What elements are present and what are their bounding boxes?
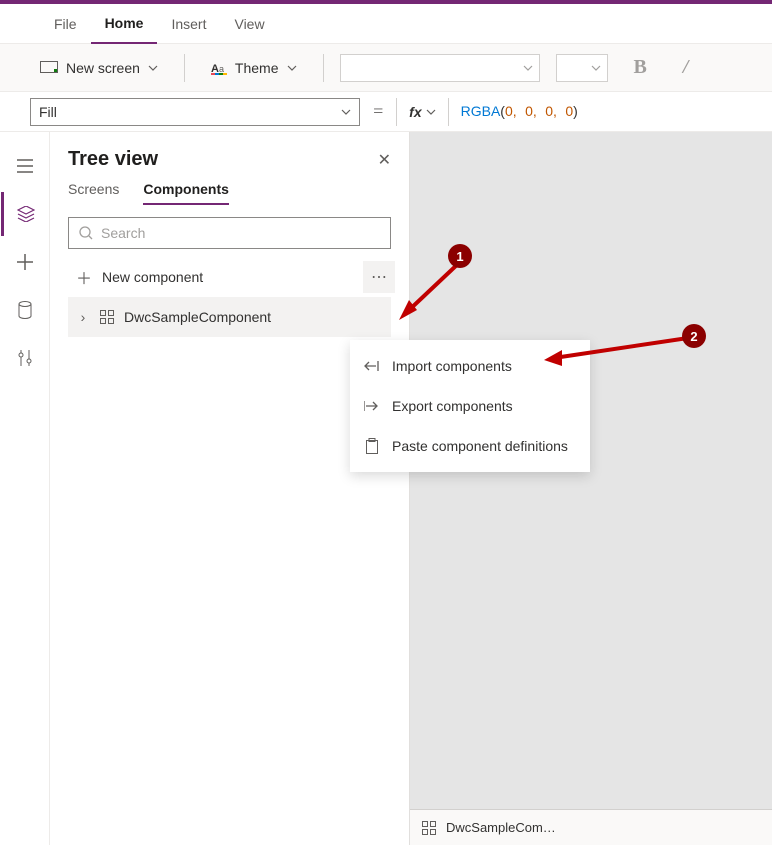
plus-icon <box>17 254 33 270</box>
formula-divider <box>448 98 449 126</box>
formula-arg: 0 <box>525 103 533 119</box>
component-icon <box>422 821 436 835</box>
formula-bar: Fill = fx RGBA(0, 0, 0, 0) <box>0 92 772 132</box>
component-icon <box>100 310 114 324</box>
formula-arg: 0 <box>545 103 553 119</box>
chevron-down-icon <box>591 63 601 73</box>
ctx-paste-definitions[interactable]: Paste component definitions <box>350 426 590 466</box>
badge-number: 1 <box>448 244 472 268</box>
formula-paren-close: ) <box>573 103 578 119</box>
menu-file[interactable]: File <box>40 4 91 44</box>
rail-tree-view[interactable] <box>1 192 49 236</box>
formula-comma: , <box>553 103 557 119</box>
property-dropdown[interactable]: Fill <box>30 98 360 126</box>
toolbar-divider <box>184 54 185 82</box>
equals-sign: = <box>372 101 384 122</box>
rail-data[interactable] <box>1 288 49 332</box>
chevron-down-icon <box>523 63 533 73</box>
status-bar: DwcSampleCom… <box>410 809 772 845</box>
formula-arg: 0 <box>505 103 513 119</box>
tree-view-panel: Tree view ✕ Screens Components Search ＋ … <box>50 132 410 845</box>
hamburger-icon <box>17 159 33 173</box>
panel-title: Tree view <box>68 148 158 171</box>
sliders-icon <box>18 350 32 366</box>
ellipsis-icon: ⋯ <box>371 267 387 287</box>
chevron-down-icon <box>426 107 436 117</box>
rail-tools[interactable] <box>1 336 49 380</box>
theme-icon: Aa <box>211 61 227 75</box>
ctx-export-label: Export components <box>392 398 513 414</box>
font-size-dropdown[interactable] <box>556 54 608 82</box>
annotation-badge-2: 2 <box>682 324 706 348</box>
chevron-down-icon <box>287 63 297 73</box>
rail-insert[interactable] <box>1 240 49 284</box>
font-family-dropdown[interactable] <box>340 54 540 82</box>
layers-icon <box>17 206 35 222</box>
search-placeholder: Search <box>101 225 145 241</box>
formula-comma: , <box>513 103 517 119</box>
toolbar: New screen Aa Theme B / <box>0 44 772 92</box>
ctx-export-components[interactable]: Export components <box>350 386 590 426</box>
export-icon <box>364 400 380 412</box>
formula-arg: 0 <box>565 103 573 119</box>
more-options-button[interactable]: ⋯ <box>363 261 395 293</box>
annotation-badge-1: 1 <box>448 244 472 268</box>
main-area: Tree view ✕ Screens Components Search ＋ … <box>0 132 772 845</box>
clipboard-icon <box>364 438 380 454</box>
fx-label: fx <box>409 104 421 120</box>
new-component-button[interactable]: ＋ New component ⋯ <box>68 257 391 297</box>
annotation-arrow-2 <box>540 330 700 375</box>
tab-components[interactable]: Components <box>143 181 229 205</box>
import-icon <box>364 360 380 372</box>
ctx-import-label: Import components <box>392 358 512 374</box>
property-value: Fill <box>39 104 57 120</box>
italic-button[interactable]: / <box>673 56 699 79</box>
chevron-down-icon <box>341 107 351 117</box>
formula-divider <box>396 98 397 126</box>
chevron-right-icon: › <box>76 309 90 325</box>
status-component-name[interactable]: DwcSampleCom… <box>446 820 556 835</box>
svg-text:a: a <box>219 64 224 74</box>
rail-hamburger[interactable] <box>1 144 49 188</box>
formula-fn: RGBA <box>461 103 501 119</box>
database-icon <box>18 301 32 319</box>
canvas[interactable] <box>410 132 772 845</box>
new-component-label: New component <box>102 269 203 285</box>
ctx-paste-label: Paste component definitions <box>392 438 568 454</box>
theme-label: Theme <box>235 60 279 76</box>
tab-screens[interactable]: Screens <box>68 181 119 205</box>
new-screen-button[interactable]: New screen <box>30 56 168 80</box>
chevron-down-icon <box>148 63 158 73</box>
menu-insert[interactable]: Insert <box>157 4 220 44</box>
bold-button[interactable]: B <box>624 56 657 79</box>
search-icon <box>79 226 93 240</box>
plus-icon: ＋ <box>76 265 92 289</box>
menu-bar: File Home Insert View <box>0 4 772 44</box>
close-panel-button[interactable]: ✕ <box>378 150 391 170</box>
theme-button[interactable]: Aa Theme <box>201 56 307 80</box>
menu-view[interactable]: View <box>220 4 278 44</box>
component-name: DwcSampleComponent <box>124 309 271 325</box>
menu-home[interactable]: Home <box>91 4 158 44</box>
search-input[interactable]: Search <box>68 217 391 249</box>
new-screen-label: New screen <box>66 60 140 76</box>
screen-icon <box>40 61 58 75</box>
toolbar-divider <box>323 54 324 82</box>
panel-header: Tree view ✕ <box>68 148 391 171</box>
fx-button[interactable]: fx <box>409 104 435 120</box>
component-tree-item[interactable]: › DwcSampleComponent <box>68 297 391 337</box>
left-rail <box>0 132 50 845</box>
formula-input[interactable]: RGBA(0, 0, 0, 0) <box>461 103 578 120</box>
panel-tabs: Screens Components <box>68 181 391 205</box>
formula-comma: , <box>533 103 537 119</box>
badge-number: 2 <box>682 324 706 348</box>
